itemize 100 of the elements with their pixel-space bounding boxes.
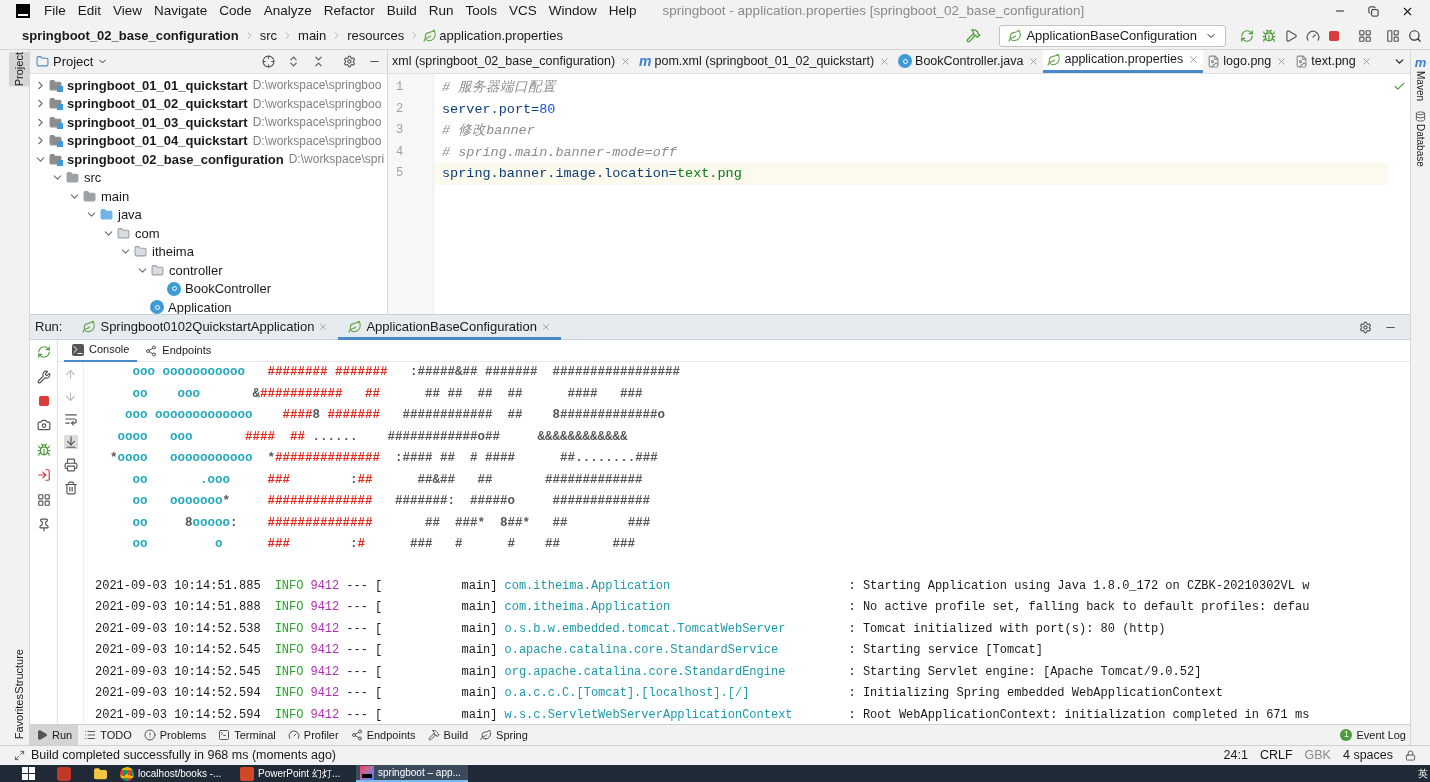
tree-item-label[interactable]: springboot_01_03_quickstart — [67, 112, 248, 132]
line-separator[interactable]: CRLF — [1259, 746, 1293, 765]
cursor-position[interactable]: 24:1 — [1223, 746, 1248, 765]
tool-window-button[interactable]: Terminal — [212, 724, 282, 746]
debug-icon[interactable] — [1262, 28, 1276, 43]
menu-item[interactable]: Help — [602, 0, 643, 22]
exit-icon[interactable] — [36, 468, 51, 482]
settings-icon[interactable] — [343, 55, 356, 68]
pin-icon[interactable] — [36, 518, 51, 532]
editor-tab[interactable]: text.png — [1291, 50, 1376, 73]
layout-icon[interactable] — [36, 493, 51, 507]
project-structure-icon[interactable] — [1358, 28, 1372, 43]
tool-window-tab[interactable]: Database — [1413, 124, 1428, 167]
tool-window-button[interactable]: Endpoints — [344, 724, 422, 746]
rerun-icon[interactable] — [1240, 28, 1254, 43]
menu-item[interactable]: Tools — [459, 0, 503, 22]
soft-wrap-icon[interactable] — [63, 412, 78, 426]
search-icon[interactable] — [1408, 28, 1422, 43]
lock-icon[interactable] — [1405, 750, 1416, 761]
breadcrumb-item[interactable]: application.properties — [437, 25, 565, 46]
tree-item-label[interactable]: springboot_02_base_configuration — [67, 149, 284, 169]
breadcrumb-item[interactable]: resources — [345, 25, 407, 46]
tree-item-label[interactable]: com — [135, 223, 160, 243]
close-tab-icon[interactable] — [1276, 55, 1288, 67]
console-subtab[interactable]: Console — [64, 339, 138, 362]
build-icon[interactable] — [966, 28, 982, 43]
input-method-indicator[interactable]: 英 — [1418, 766, 1428, 781]
tree-item-label[interactable]: java — [118, 205, 142, 225]
profile-icon[interactable] — [1306, 28, 1320, 43]
breadcrumb-item[interactable]: main — [296, 25, 329, 46]
menu-item[interactable]: Refactor — [317, 0, 381, 22]
run-tab[interactable]: Springboot0102QuickstartApplication — [72, 314, 339, 340]
tree-item-label[interactable]: BookController — [185, 279, 271, 299]
console-subtab[interactable]: Endpoints — [137, 339, 220, 362]
scroll-to-end-icon[interactable] — [63, 435, 78, 449]
tool-window-button[interactable]: Problems — [137, 724, 213, 746]
taskbar-item[interactable]: PowerPoint 幻灯... — [236, 765, 348, 782]
tool-window-button[interactable]: Run — [30, 724, 79, 746]
stop-icon[interactable] — [37, 395, 50, 407]
tree-item-label[interactable]: springboot_01_02_quickstart — [67, 94, 248, 114]
menu-item[interactable]: Run — [422, 0, 460, 22]
stop-icon[interactable] — [1328, 29, 1340, 42]
menu-item[interactable]: Window — [542, 0, 603, 22]
indent-setting[interactable]: 4 spaces — [1342, 746, 1393, 765]
tree-item-label[interactable]: controller — [169, 260, 223, 280]
rerun-icon[interactable] — [36, 345, 51, 359]
event-log-button[interactable]: Event Log — [1356, 726, 1406, 744]
app-icon[interactable] — [57, 766, 71, 781]
wrench-icon[interactable] — [36, 370, 51, 384]
close-tab-icon[interactable] — [620, 55, 632, 67]
tool-window-tab[interactable]: Structure — [9, 649, 29, 694]
breadcrumb-item[interactable]: src — [257, 25, 280, 46]
start-icon[interactable] — [22, 767, 35, 780]
menu-item[interactable]: Build — [380, 0, 423, 22]
camera-icon[interactable] — [36, 418, 51, 432]
tool-window-tab[interactable]: Favorites — [9, 693, 29, 739]
editor-tab[interactable]: m pom.xml (springboot_01_02_quickstart) — [635, 50, 895, 73]
tool-window-button[interactable]: Build — [421, 724, 475, 746]
tool-window-button[interactable]: Spring — [474, 724, 534, 746]
debug-icon[interactable] — [36, 443, 51, 457]
locate-icon[interactable] — [262, 55, 275, 68]
close-tab-icon[interactable] — [1188, 54, 1200, 65]
tool-window-button[interactable]: TODO — [78, 724, 138, 746]
project-view-selector[interactable]: Project — [53, 51, 109, 72]
tool-window-tab[interactable]: Project — [9, 52, 29, 87]
toolbox-icon[interactable] — [1386, 28, 1400, 43]
expand-all-icon[interactable] — [287, 55, 300, 68]
editor-tab[interactable]: xml (springboot_02_base_configuration) — [388, 50, 636, 73]
folder-icon[interactable] — [93, 766, 108, 781]
tree-item-label[interactable]: main — [101, 186, 130, 206]
editor-tab[interactable]: application.properties — [1043, 50, 1204, 73]
menu-item[interactable]: File — [38, 0, 72, 22]
editor-tab[interactable]: logo.png — [1203, 50, 1292, 73]
close-tab-icon[interactable] — [1028, 55, 1040, 67]
run-configuration-selector[interactable]: ApplicationBaseConfiguration — [999, 24, 1226, 47]
close-tab-icon[interactable] — [879, 55, 891, 67]
tree-item-label[interactable]: src — [84, 168, 102, 188]
tree-item-label[interactable]: Application — [168, 297, 232, 314]
menu-item[interactable]: Code — [213, 0, 258, 22]
breadcrumb-item[interactable]: springboot_02_base_configuration — [20, 25, 241, 46]
print-icon[interactable] — [63, 458, 78, 472]
tree-item-label[interactable]: springboot_01_01_quickstart — [67, 75, 248, 95]
tool-window-button[interactable]: Profiler — [281, 724, 345, 746]
editor-tab[interactable]: BookController.java — [894, 50, 1044, 73]
panel-toggle-icon[interactable] — [14, 750, 25, 761]
menu-item[interactable]: View — [107, 0, 149, 22]
restore-icon[interactable] — [1368, 5, 1379, 17]
tool-window-tab[interactable]: Maven — [1413, 71, 1428, 101]
menu-item[interactable]: Edit — [71, 0, 108, 22]
settings-icon[interactable] — [1359, 320, 1372, 334]
taskbar-item[interactable]: springboot – app... — [356, 765, 468, 782]
menu-item[interactable]: Analyze — [257, 0, 318, 22]
run-tab[interactable]: ApplicationBaseConfiguration — [338, 314, 561, 340]
close-tab-icon[interactable] — [1360, 55, 1372, 67]
tree-item-label[interactable]: itheima — [152, 242, 194, 262]
menu-item[interactable]: Navigate — [148, 0, 214, 22]
tree-item-label[interactable]: springboot_01_04_quickstart — [67, 131, 248, 151]
menu-item[interactable]: VCS — [503, 0, 543, 22]
taskbar-item[interactable]: localhost/books -... — [116, 765, 228, 782]
trash-icon[interactable] — [63, 481, 78, 495]
